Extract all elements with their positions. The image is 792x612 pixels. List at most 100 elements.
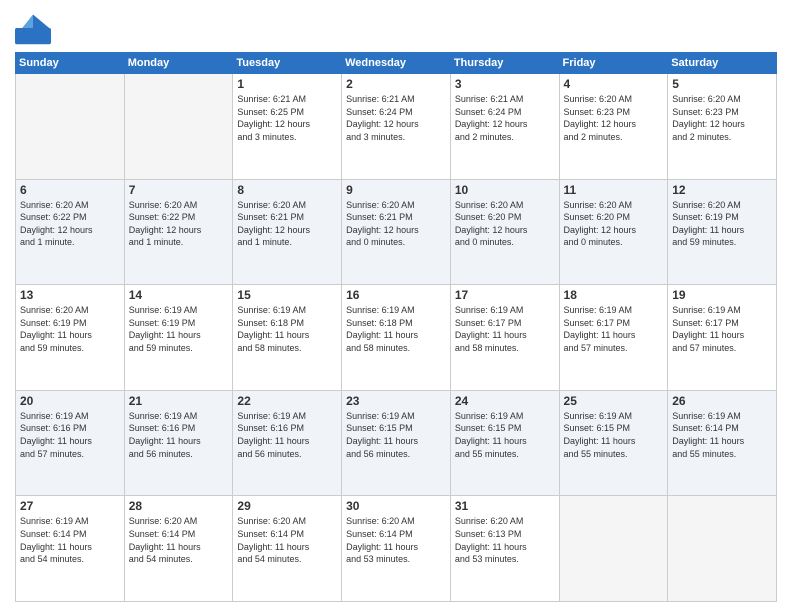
day-info: Sunrise: 6:20 AM Sunset: 6:21 PM Dayligh… (346, 199, 446, 249)
day-number: 2 (346, 77, 446, 91)
calendar-cell: 13 Sunrise: 6:20 AM Sunset: 6:19 PM Dayli… (16, 285, 125, 391)
calendar-week-row: 1 Sunrise: 6:21 AM Sunset: 6:25 PM Daylig… (16, 74, 777, 180)
day-number: 11 (564, 183, 664, 197)
calendar-cell: 16 Sunrise: 6:19 AM Sunset: 6:18 PM Dayli… (342, 285, 451, 391)
weekday-header: Wednesday (342, 53, 451, 74)
calendar-cell: 22Sunrise: 6:19 AM Sunset: 6:16 PM Dayli… (233, 390, 342, 496)
calendar-cell: 28 Sunrise: 6:20 AM Sunset: 6:14 PM Dayli… (124, 496, 233, 602)
weekday-header: Saturday (668, 53, 777, 74)
day-number: 8 (237, 183, 337, 197)
logo-icon (15, 10, 51, 46)
page: SundayMondayTuesdayWednesdayThursdayFrid… (0, 0, 792, 612)
day-info: Sunrise: 6:20 AM Sunset: 6:22 PM Dayligh… (129, 199, 229, 249)
day-number: 21 (129, 394, 229, 408)
calendar-cell: 2 Sunrise: 6:21 AM Sunset: 6:24 PM Daylig… (342, 74, 451, 180)
calendar-cell (16, 74, 125, 180)
day-info: Sunrise: 6:19 AM Sunset: 6:15 PM Dayligh… (564, 410, 664, 460)
calendar-cell: 24 Sunrise: 6:19 AM Sunset: 6:15 PM Dayli… (450, 390, 559, 496)
calendar-cell (668, 496, 777, 602)
weekday-header-row: SundayMondayTuesdayWednesdayThursdayFrid… (16, 53, 777, 74)
day-number: 19 (672, 288, 772, 302)
calendar-cell: 7Sunrise: 6:20 AM Sunset: 6:22 PM Daylig… (124, 179, 233, 285)
day-number: 22 (237, 394, 337, 408)
calendar-cell: 18 Sunrise: 6:19 AM Sunset: 6:17 PM Dayli… (559, 285, 668, 391)
day-info: Sunrise: 6:19 AM Sunset: 6:14 PM Dayligh… (20, 515, 120, 565)
day-info: Sunrise: 6:19 AM Sunset: 6:18 PM Dayligh… (346, 304, 446, 354)
calendar-cell: 8 Sunrise: 6:20 AM Sunset: 6:21 PM Daylig… (233, 179, 342, 285)
day-number: 17 (455, 288, 555, 302)
calendar-cell: 20 Sunrise: 6:19 AM Sunset: 6:16 PM Dayli… (16, 390, 125, 496)
calendar-table: SundayMondayTuesdayWednesdayThursdayFrid… (15, 52, 777, 602)
day-number: 20 (20, 394, 120, 408)
day-number: 25 (564, 394, 664, 408)
day-number: 9 (346, 183, 446, 197)
calendar-cell: 1 Sunrise: 6:21 AM Sunset: 6:25 PM Daylig… (233, 74, 342, 180)
weekday-header: Monday (124, 53, 233, 74)
day-info: Sunrise: 6:21 AM Sunset: 6:25 PM Dayligh… (237, 93, 337, 143)
day-number: 18 (564, 288, 664, 302)
day-number: 16 (346, 288, 446, 302)
weekday-header: Friday (559, 53, 668, 74)
calendar-cell: 17Sunrise: 6:19 AM Sunset: 6:17 PM Dayli… (450, 285, 559, 391)
day-info: Sunrise: 6:19 AM Sunset: 6:17 PM Dayligh… (564, 304, 664, 354)
calendar-cell (124, 74, 233, 180)
day-info: Sunrise: 6:19 AM Sunset: 6:15 PM Dayligh… (346, 410, 446, 460)
calendar-cell: 23 Sunrise: 6:19 AM Sunset: 6:15 PM Dayli… (342, 390, 451, 496)
day-number: 12 (672, 183, 772, 197)
calendar-cell: 3Sunrise: 6:21 AM Sunset: 6:24 PM Daylig… (450, 74, 559, 180)
calendar-week-row: 20 Sunrise: 6:19 AM Sunset: 6:16 PM Dayli… (16, 390, 777, 496)
day-info: Sunrise: 6:20 AM Sunset: 6:20 PM Dayligh… (564, 199, 664, 249)
day-info: Sunrise: 6:21 AM Sunset: 6:24 PM Dayligh… (455, 93, 555, 143)
day-info: Sunrise: 6:19 AM Sunset: 6:16 PM Dayligh… (20, 410, 120, 460)
day-number: 31 (455, 499, 555, 513)
day-info: Sunrise: 6:19 AM Sunset: 6:14 PM Dayligh… (672, 410, 772, 460)
calendar-cell: 19 Sunrise: 6:19 AM Sunset: 6:17 PM Dayli… (668, 285, 777, 391)
day-number: 27 (20, 499, 120, 513)
calendar-cell: 5 Sunrise: 6:20 AM Sunset: 6:23 PM Daylig… (668, 74, 777, 180)
day-info: Sunrise: 6:19 AM Sunset: 6:18 PM Dayligh… (237, 304, 337, 354)
day-number: 24 (455, 394, 555, 408)
day-info: Sunrise: 6:19 AM Sunset: 6:17 PM Dayligh… (672, 304, 772, 354)
day-info: Sunrise: 6:19 AM Sunset: 6:16 PM Dayligh… (129, 410, 229, 460)
calendar-week-row: 6Sunrise: 6:20 AM Sunset: 6:22 PM Daylig… (16, 179, 777, 285)
calendar-cell: 27 Sunrise: 6:19 AM Sunset: 6:14 PM Dayli… (16, 496, 125, 602)
header (15, 10, 777, 46)
day-info: Sunrise: 6:20 AM Sunset: 6:22 PM Dayligh… (20, 199, 120, 249)
weekday-header: Thursday (450, 53, 559, 74)
calendar-cell: 10Sunrise: 6:20 AM Sunset: 6:20 PM Dayli… (450, 179, 559, 285)
calendar-cell: 29 Sunrise: 6:20 AM Sunset: 6:14 PM Dayli… (233, 496, 342, 602)
day-info: Sunrise: 6:20 AM Sunset: 6:19 PM Dayligh… (20, 304, 120, 354)
day-info: Sunrise: 6:20 AM Sunset: 6:14 PM Dayligh… (346, 515, 446, 565)
day-number: 10 (455, 183, 555, 197)
calendar-cell: 11 Sunrise: 6:20 AM Sunset: 6:20 PM Dayli… (559, 179, 668, 285)
calendar-cell: 21 Sunrise: 6:19 AM Sunset: 6:16 PM Dayli… (124, 390, 233, 496)
day-number: 1 (237, 77, 337, 91)
day-info: Sunrise: 6:20 AM Sunset: 6:14 PM Dayligh… (237, 515, 337, 565)
day-number: 5 (672, 77, 772, 91)
day-number: 13 (20, 288, 120, 302)
calendar-cell: 26Sunrise: 6:19 AM Sunset: 6:14 PM Dayli… (668, 390, 777, 496)
day-number: 4 (564, 77, 664, 91)
calendar-cell: 25 Sunrise: 6:19 AM Sunset: 6:15 PM Dayli… (559, 390, 668, 496)
day-number: 14 (129, 288, 229, 302)
day-number: 29 (237, 499, 337, 513)
day-info: Sunrise: 6:20 AM Sunset: 6:13 PM Dayligh… (455, 515, 555, 565)
day-info: Sunrise: 6:21 AM Sunset: 6:24 PM Dayligh… (346, 93, 446, 143)
day-number: 28 (129, 499, 229, 513)
day-info: Sunrise: 6:20 AM Sunset: 6:21 PM Dayligh… (237, 199, 337, 249)
calendar-cell: 31 Sunrise: 6:20 AM Sunset: 6:13 PM Dayli… (450, 496, 559, 602)
calendar-cell: 14Sunrise: 6:19 AM Sunset: 6:19 PM Dayli… (124, 285, 233, 391)
day-number: 30 (346, 499, 446, 513)
weekday-header: Sunday (16, 53, 125, 74)
day-info: Sunrise: 6:20 AM Sunset: 6:14 PM Dayligh… (129, 515, 229, 565)
day-number: 15 (237, 288, 337, 302)
day-info: Sunrise: 6:19 AM Sunset: 6:15 PM Dayligh… (455, 410, 555, 460)
calendar-cell: 12Sunrise: 6:20 AM Sunset: 6:19 PM Dayli… (668, 179, 777, 285)
day-number: 23 (346, 394, 446, 408)
weekday-header: Tuesday (233, 53, 342, 74)
calendar-week-row: 13 Sunrise: 6:20 AM Sunset: 6:19 PM Dayli… (16, 285, 777, 391)
calendar-cell (559, 496, 668, 602)
calendar-cell: 6Sunrise: 6:20 AM Sunset: 6:22 PM Daylig… (16, 179, 125, 285)
calendar-cell: 15 Sunrise: 6:19 AM Sunset: 6:18 PM Dayli… (233, 285, 342, 391)
day-info: Sunrise: 6:20 AM Sunset: 6:23 PM Dayligh… (672, 93, 772, 143)
